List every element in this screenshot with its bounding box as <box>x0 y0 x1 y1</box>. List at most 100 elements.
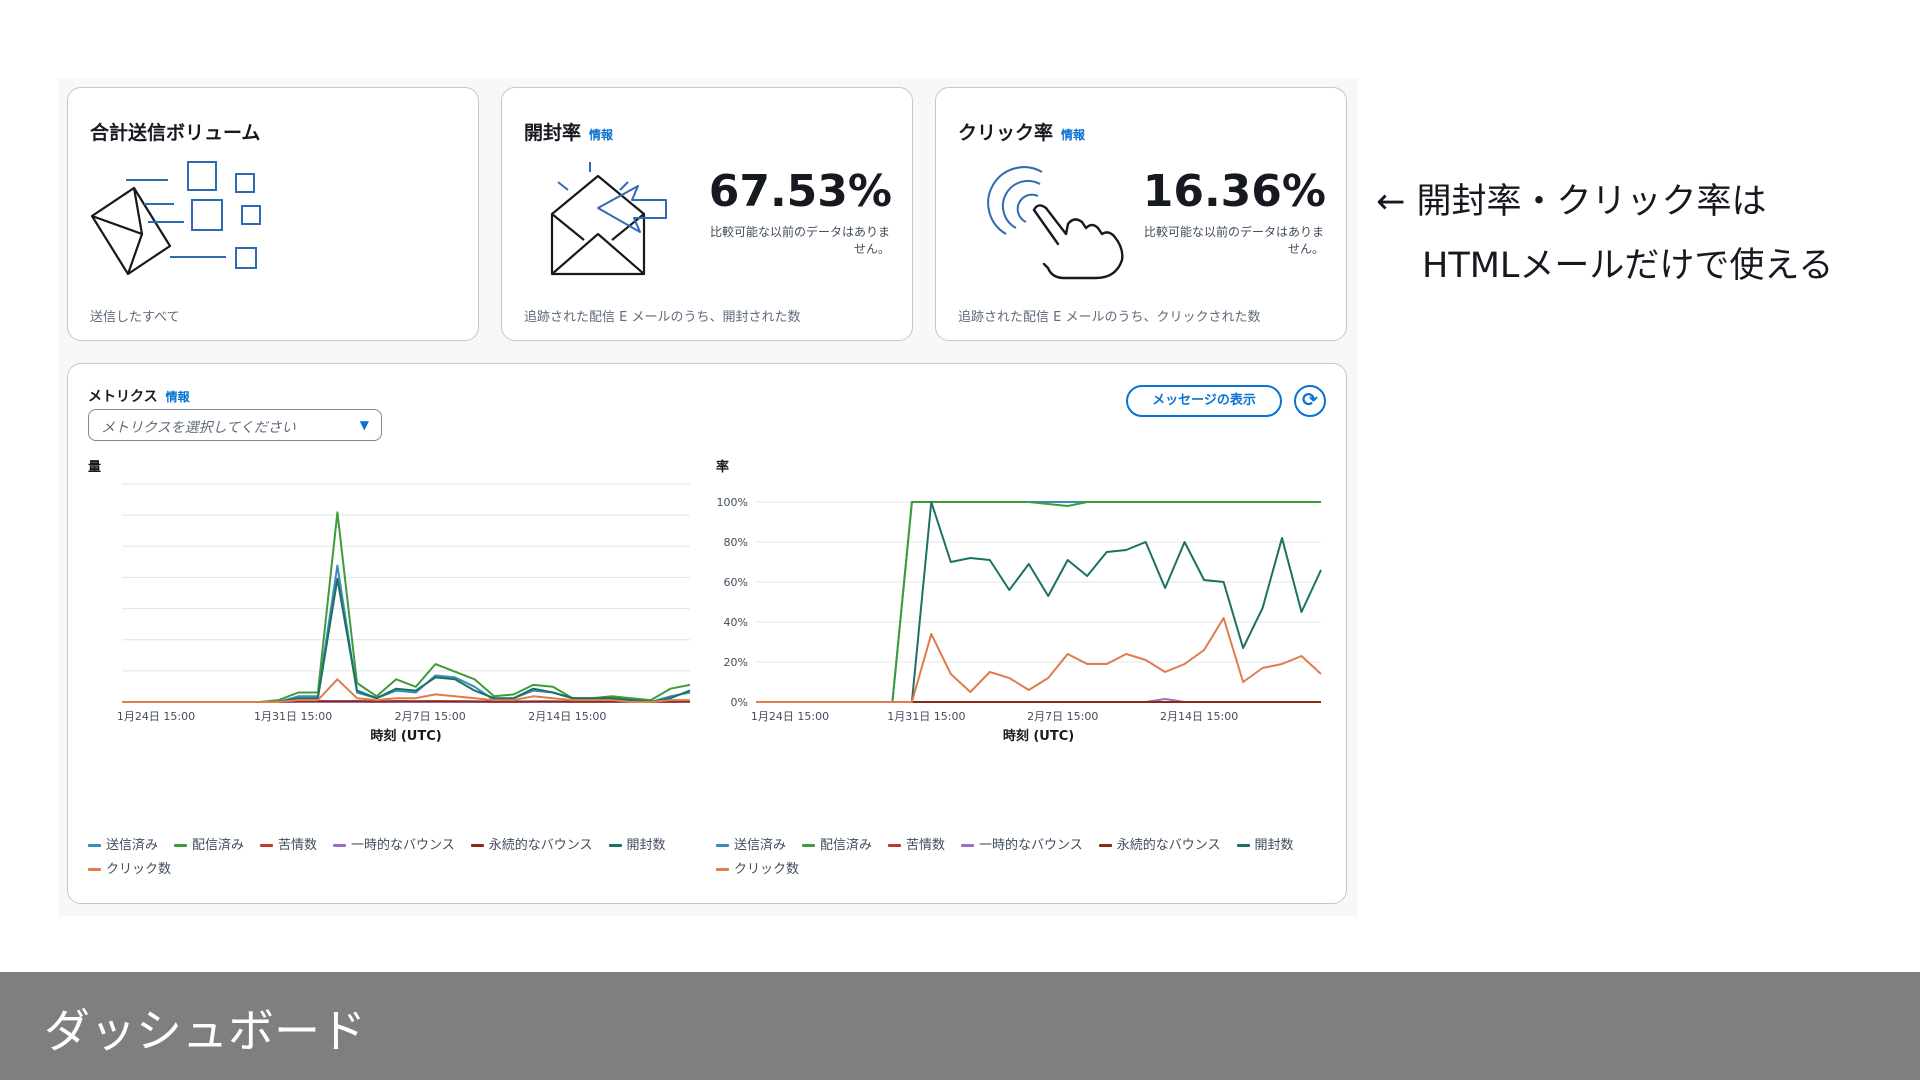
rate-chart-series-line <box>756 501 1321 703</box>
legend-item[interactable]: 開封数 <box>608 834 666 858</box>
metrics-title: メトリクス 情報 <box>88 386 190 406</box>
volume-chart-x-tick-label: 1月31日 15:00 <box>254 710 332 723</box>
metrics-panel: メトリクス 情報 メトリクスを選択してください ▼ メッセージの表示 ⟳ 量 1月… <box>67 363 1347 904</box>
click-rate-compare-note: 比較可能な以前のデータはありません。 <box>1143 225 1324 256</box>
open-rate-info-link[interactable]: 情報 <box>589 128 613 142</box>
legend-item[interactable]: 一時的なバウンス <box>961 834 1083 858</box>
rate-chart-y-tick-label: 80% <box>724 536 748 549</box>
legend-label: 永続的なバウンス <box>1116 838 1221 853</box>
legend-item[interactable]: クリック数 <box>88 858 171 882</box>
click-rate-title: クリック率 情報 <box>958 118 1085 145</box>
legend-swatch <box>470 844 484 847</box>
open-rate-compare-note: 比較可能な以前のデータはありません。 <box>709 225 890 256</box>
rate-chart-y-tick-label: 100% <box>717 496 748 509</box>
volume-chart-x-tick-label: 1月24日 15:00 <box>117 710 195 723</box>
metrics-title-text: メトリクス <box>88 389 158 405</box>
rate-chart-x-tick-label: 2月7日 15:00 <box>1027 710 1098 723</box>
legend-item[interactable]: 開封数 <box>1236 834 1294 858</box>
rate-chart-y-tick-label: 60% <box>724 576 748 589</box>
legend-swatch <box>608 844 622 847</box>
legend-item[interactable]: 送信済み <box>88 834 158 858</box>
legend-swatch <box>1236 844 1250 847</box>
annotation-line-1: ← 開封率・クリック率は <box>1376 182 1767 222</box>
legend-item[interactable]: 配信済み <box>802 834 872 858</box>
legend-swatch <box>1098 844 1112 847</box>
click-rate-card: クリック率 情報 16.36% 比較可能な以前のデータはありません。 追跡された配… <box>935 87 1347 341</box>
rate-chart: 0% 20% 40% 60% 80% 100% 1月24日 15:00 1月31日 15:00… <box>717 496 1322 744</box>
volume-chart-series-line <box>122 511 691 703</box>
volume-chart: 1月24日 15:00 1月31日 15:00 2月7日 15:00 2月14日 15… <box>117 483 691 744</box>
legend-swatch <box>716 844 729 847</box>
click-rate-info-link[interactable]: 情報 <box>1061 128 1085 142</box>
legend-item[interactable]: 一時的なバウンス <box>333 834 455 858</box>
legend-item[interactable]: 苦情数 <box>260 834 317 858</box>
metrics-select[interactable]: メトリクスを選択してください ▼ <box>88 409 382 441</box>
open-rate-title: 開封率 情報 <box>524 118 613 145</box>
volume-card-title: 合計送信ボリューム <box>90 122 261 144</box>
slide-title: ダッシュボード <box>44 1004 366 1058</box>
legend-item[interactable]: クリック数 <box>716 858 799 882</box>
rate-chart-x-tick-label: 1月24日 15:00 <box>751 710 829 723</box>
click-rate-value: 16.36% <box>1142 166 1326 217</box>
open-rate-description: 追跡された配信 E メールのうち、開封された数 <box>524 310 801 325</box>
rate-chart-series-line <box>756 617 1322 703</box>
metrics-select-placeholder: メトリクスを選択してください <box>101 420 296 436</box>
slide-footer-bar: ダッシュボード <box>0 972 1920 1080</box>
volume-chart-x-tick-label: 2月7日 15:00 <box>395 710 466 723</box>
rate-chart-legend: 送信済み 配信済み 苦情数 一時的なバウンス 永続的なバウンス 開封数クリック数 <box>716 834 1336 882</box>
legend-label: 苦情数 <box>906 838 946 853</box>
legend-swatch <box>888 844 902 847</box>
rate-chart-y-tick-label: 20% <box>724 656 748 669</box>
open-rate-card: 開封率 情報 67.53% 比較可能な以前のデータはありません。 追跡された配信 … <box>501 87 913 341</box>
volume-chart-x-tick-label: 2月14日 15:00 <box>528 710 606 723</box>
legend-swatch <box>174 844 188 847</box>
annotation-note: ← 開封率・クリック率は HTMLメールだけで使える <box>1376 170 1833 298</box>
legend-label: 送信済み <box>734 838 787 853</box>
legend-swatch <box>802 844 816 847</box>
refresh-icon[interactable]: ⟳ <box>1294 385 1326 417</box>
click-rate-description: 追跡された配信 E メールのうち、クリックされた数 <box>958 310 1261 325</box>
legend-item[interactable]: 永続的なバウンス <box>470 834 593 858</box>
caret-down-icon: ▼ <box>359 418 369 432</box>
legend-label: 苦情数 <box>278 838 318 853</box>
legend-label: クリック数 <box>734 862 800 877</box>
metrics-info-link[interactable]: 情報 <box>166 390 190 404</box>
legend-swatch <box>88 868 101 871</box>
rate-chart-series-line <box>756 501 1322 703</box>
legend-item[interactable]: 苦情数 <box>888 834 945 858</box>
rate-chart-series-line <box>756 501 1321 703</box>
show-messages-button[interactable]: メッセージの表示 <box>1126 385 1282 417</box>
legend-label: 開封数 <box>626 838 666 853</box>
legend-label: 配信済み <box>192 838 245 853</box>
rate-chart-y-tick-label: 40% <box>724 616 748 629</box>
click-rate-title-text: クリック率 <box>958 122 1054 144</box>
legend-label: 開封数 <box>1254 838 1294 853</box>
volume-card-description: 送信したすべて <box>90 310 180 325</box>
legend-swatch <box>260 844 274 847</box>
legend-item[interactable]: 送信済み <box>716 834 786 858</box>
legend-label: 一時的なバウンス <box>979 838 1083 853</box>
volume-chart-x-axis-label: 時刻 (UTC) <box>370 728 441 744</box>
legend-label: 送信済み <box>106 838 159 853</box>
open-rate-value: 67.53% <box>708 166 892 217</box>
rate-chart-y-tick-label: 0% <box>731 696 748 709</box>
envelope-send-icon <box>90 161 261 276</box>
rate-chart-x-tick-label: 2月14日 15:00 <box>1160 710 1238 723</box>
total-volume-card: 合計送信ボリューム 送信したすべて <box>67 87 479 341</box>
legend-swatch <box>961 844 975 847</box>
legend-swatch <box>88 844 101 847</box>
legend-label: クリック数 <box>106 862 172 877</box>
legend-swatch <box>333 844 347 847</box>
legend-swatch <box>716 868 729 871</box>
legend-label: 配信済み <box>820 838 873 853</box>
annotation-line-2: HTMLメールだけで使える <box>1422 246 1834 286</box>
volume-chart-legend: 送信済み 配信済み 苦情数 一時的なバウンス 永続的なバウンス 開封数クリック数 <box>88 834 698 882</box>
hand-tap-icon <box>987 166 1124 280</box>
legend-item[interactable]: 配信済み <box>174 834 244 858</box>
legend-label: 永続的なバウンス <box>488 838 593 853</box>
rate-chart-x-tick-label: 1月31日 15:00 <box>887 710 965 723</box>
rate-chart-x-axis-label: 時刻 (UTC) <box>1003 728 1074 744</box>
open-envelope-icon <box>550 162 667 276</box>
legend-item[interactable]: 永続的なバウンス <box>1098 834 1221 858</box>
legend-label: 一時的なバウンス <box>351 838 455 853</box>
